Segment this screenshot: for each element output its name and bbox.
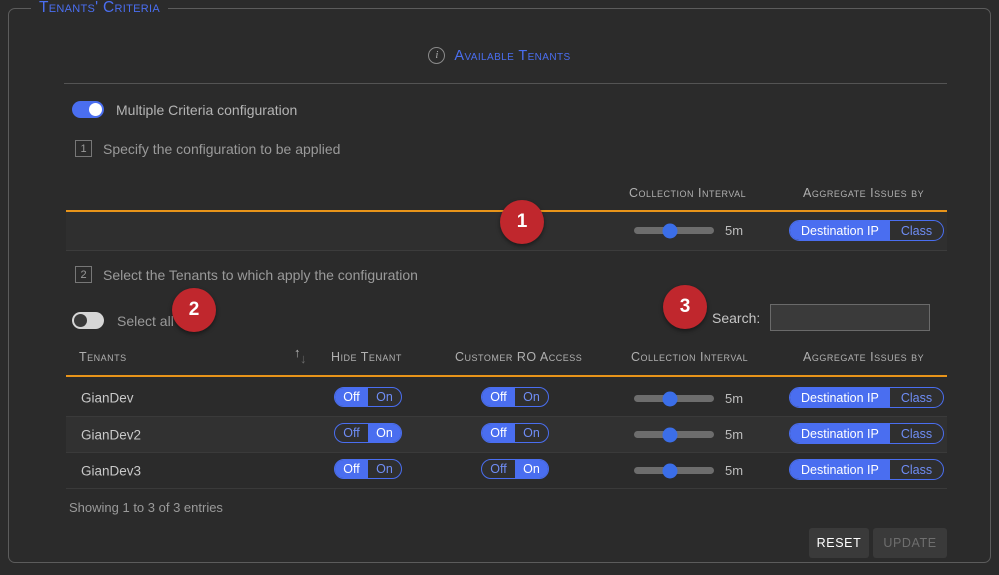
table-header-aggregate-issues-by: Aggregate Issues by xyxy=(803,350,925,364)
row-aggregate-class[interactable]: Class xyxy=(890,388,943,407)
multiple-criteria-row: Multiple Criteria configuration xyxy=(72,101,297,118)
step-2-number: 2 xyxy=(75,266,92,283)
row-aggregate-destination-ip[interactable]: Destination IP xyxy=(790,460,890,479)
row-interval-slider[interactable] xyxy=(634,427,714,442)
ro-access-on[interactable]: On xyxy=(515,388,548,406)
update-button[interactable]: UPDATE xyxy=(873,528,947,558)
step-1-text: Specify the configuration to be applied xyxy=(103,140,341,157)
search-row: Search: xyxy=(712,304,931,331)
config-interval-slider[interactable] xyxy=(634,223,714,238)
customer-ro-access-toggle[interactable]: Off On xyxy=(481,423,549,443)
tenant-name: GianDev xyxy=(81,390,134,406)
row-interval-slider-group: 5m xyxy=(634,463,743,478)
callout-badge-1: 1 xyxy=(500,200,544,244)
row-aggregate-class[interactable]: Class xyxy=(890,424,943,443)
callout-badge-2: 2 xyxy=(172,288,216,332)
config-header-collection-interval: Collection Interval xyxy=(629,186,747,200)
row-aggregate-class[interactable]: Class xyxy=(890,460,943,479)
table-header-hide-tenant: Hide Tenant xyxy=(331,350,402,364)
ro-access-off[interactable]: Off xyxy=(482,460,515,478)
hide-tenant-off[interactable]: Off xyxy=(335,388,368,406)
table-orange-rule xyxy=(66,375,947,377)
slider-thumb[interactable] xyxy=(662,223,678,238)
slider-thumb[interactable] xyxy=(662,463,678,478)
multiple-criteria-label: Multiple Criteria configuration xyxy=(116,101,298,118)
panel-title: Tenants' Criteria xyxy=(31,0,169,17)
row-aggregate-destination-ip[interactable]: Destination IP xyxy=(790,388,890,407)
multiple-criteria-toggle[interactable] xyxy=(72,101,104,118)
config-aggregate-segmented[interactable]: Destination IP Class xyxy=(789,220,945,241)
hide-tenant-toggle[interactable]: Off On xyxy=(334,387,402,407)
slider-thumb[interactable] xyxy=(662,391,678,406)
available-tenants-label: Available Tenants xyxy=(454,47,571,64)
tenant-name: GianDev3 xyxy=(81,463,142,479)
callout-badge-3: 3 xyxy=(663,285,707,329)
hide-tenant-toggle[interactable]: Off On xyxy=(334,423,402,443)
tenants-criteria-panel: Tenants' Criteria i Available Tenants Mu… xyxy=(8,0,991,563)
select-all-row: Select all xyxy=(72,312,174,329)
available-tenants-header: i Available Tenants xyxy=(9,47,990,64)
row-interval-value: 5m xyxy=(725,427,744,442)
hide-tenant-off[interactable]: Off xyxy=(335,424,368,442)
search-input[interactable] xyxy=(770,304,931,331)
table-header-collection-interval: Collection Interval xyxy=(631,350,749,364)
row-interval-slider-group: 5m xyxy=(634,391,743,406)
showing-entries-text: Showing 1 to 3 of 3 entries xyxy=(69,500,223,515)
table-header-tenants[interactable]: Tenants xyxy=(79,350,127,364)
row-aggregate-segmented[interactable]: Destination IP Class xyxy=(789,459,945,480)
row-interval-slider[interactable] xyxy=(634,463,714,478)
row-aggregate-destination-ip[interactable]: Destination IP xyxy=(790,424,890,443)
customer-ro-access-toggle[interactable]: Off On xyxy=(481,387,549,407)
sort-arrows-icon[interactable]: ↑ ↓ xyxy=(294,346,308,366)
config-header-aggregate-issues-by: Aggregate Issues by xyxy=(803,186,925,200)
ro-access-off[interactable]: Off xyxy=(482,424,515,442)
info-icon[interactable]: i xyxy=(428,47,446,64)
config-interval-slider-group: 5m xyxy=(634,223,743,238)
step-1-number: 1 xyxy=(75,140,92,157)
search-label: Search: xyxy=(712,309,761,326)
hide-tenant-on[interactable]: On xyxy=(368,424,401,442)
toggle-knob xyxy=(89,103,102,116)
row-aggregate-segmented[interactable]: Destination IP Class xyxy=(789,423,945,444)
ro-access-off[interactable]: Off xyxy=(482,388,515,406)
ro-access-on[interactable]: On xyxy=(515,460,548,478)
row-interval-value: 5m xyxy=(725,391,744,406)
hide-tenant-on[interactable]: On xyxy=(368,388,401,406)
config-aggregate-destination-ip[interactable]: Destination IP xyxy=(790,221,890,240)
tenant-name: GianDev2 xyxy=(81,427,142,443)
customer-ro-access-toggle[interactable]: Off On xyxy=(481,459,549,479)
hide-tenant-toggle[interactable]: Off On xyxy=(334,459,402,479)
row-interval-slider[interactable] xyxy=(634,391,714,406)
row-divider xyxy=(66,488,947,489)
config-aggregate-class[interactable]: Class xyxy=(890,221,943,240)
step-1: 1 Specify the configuration to be applie… xyxy=(75,140,340,157)
toggle-knob xyxy=(74,314,87,327)
ro-access-on[interactable]: On xyxy=(515,424,548,442)
reset-button[interactable]: RESET xyxy=(809,528,869,558)
header-divider xyxy=(64,83,947,84)
row-interval-slider-group: 5m xyxy=(634,427,743,442)
select-all-toggle[interactable] xyxy=(72,312,104,329)
tenants-criteria-screen: Tenants' Criteria i Available Tenants Mu… xyxy=(0,0,999,575)
step-2-text: Select the Tenants to which apply the co… xyxy=(103,266,418,283)
sort-desc-arrow: ↓ xyxy=(300,351,307,366)
table-header-customer-ro-access: Customer RO Access xyxy=(455,350,583,364)
row-interval-value: 5m xyxy=(725,463,744,478)
hide-tenant-on[interactable]: On xyxy=(368,460,401,478)
slider-thumb[interactable] xyxy=(662,427,678,442)
select-all-label: Select all xyxy=(117,312,174,329)
hide-tenant-off[interactable]: Off xyxy=(335,460,368,478)
config-interval-value: 5m xyxy=(725,223,744,238)
row-aggregate-segmented[interactable]: Destination IP Class xyxy=(789,387,945,408)
step-2: 2 Select the Tenants to which apply the … xyxy=(75,266,418,283)
